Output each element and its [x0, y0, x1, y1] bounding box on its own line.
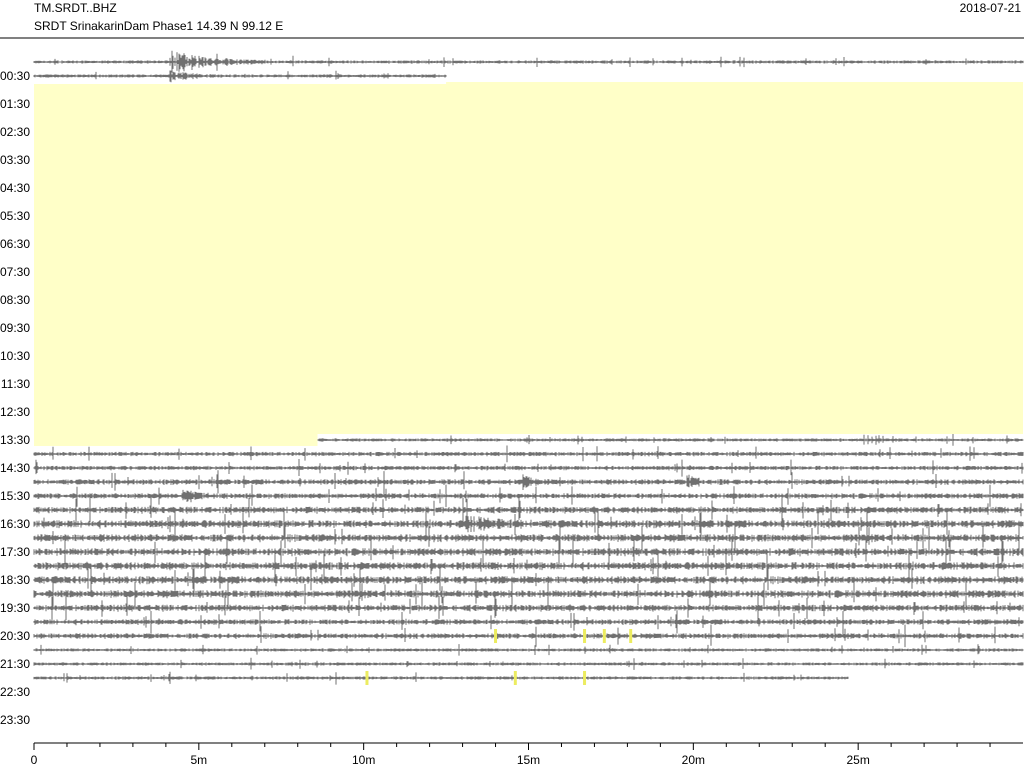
trace-row	[33, 495, 1024, 523]
y-tick-label: 05:30	[0, 209, 30, 223]
event-marker	[602, 629, 606, 643]
y-tick-label: 14:30	[0, 461, 30, 475]
trace-row	[33, 593, 1024, 621]
data-gap-region	[34, 82, 1023, 446]
event-marker	[583, 629, 587, 643]
y-tick-label: 19:30	[0, 601, 30, 615]
event-marker	[513, 671, 517, 685]
x-tick-label: 5m	[190, 753, 207, 767]
event-marker	[365, 671, 369, 685]
trace-row	[317, 434, 1024, 446]
trace-row	[33, 445, 1024, 463]
x-tick-label: 10m	[352, 753, 375, 767]
trace-row	[33, 484, 1024, 508]
y-tick-label: 00:30	[0, 69, 30, 83]
y-tick-label: 23:30	[0, 713, 30, 727]
y-tick-label: 07:30	[0, 265, 30, 279]
y-tick-label: 02:30	[0, 125, 30, 139]
x-tick-label: 0	[31, 753, 38, 767]
x-tick-label: 25m	[846, 753, 869, 767]
helicorder-plot: TM.SRDT..BHZ SRDT SrinakarinDam Phase1 1…	[0, 0, 1024, 768]
event-marker	[583, 671, 587, 685]
trace-row	[33, 70, 447, 83]
trace-row	[33, 624, 1024, 648]
y-tick-label: 09:30	[0, 321, 30, 335]
y-tick-label: 08:30	[0, 293, 30, 307]
y-tick-label: 16:30	[0, 517, 30, 531]
x-tick-label: 15m	[517, 753, 540, 767]
event-marker	[494, 629, 498, 643]
trace-row	[33, 644, 1024, 656]
y-tick-label: 12:30	[0, 405, 30, 419]
y-tick-label: 01:30	[0, 97, 30, 111]
seismogram-chart: 0 5m 10m 15m 20m 25m 00:30 01:30 02:30 03:30 04:30…	[0, 37, 1024, 767]
trace-row	[33, 470, 1024, 495]
event-marker	[629, 629, 633, 643]
y-tick-label: 15:30	[0, 489, 30, 503]
trace-row	[33, 671, 849, 685]
trace-row	[33, 610, 1024, 635]
y-tick-label: 11:30	[1, 377, 30, 391]
y-tick-label: 10:30	[0, 349, 30, 363]
trace-row	[33, 459, 1024, 477]
y-tick-label: 22:30	[0, 685, 30, 699]
trace-row	[33, 657, 1024, 670]
y-tick-label: 04:30	[0, 181, 30, 195]
y-tick-label: 17:30	[0, 545, 30, 559]
y-tick-label: 13:30	[0, 433, 30, 447]
y-tick-label: 21:30	[0, 657, 30, 671]
trace-row	[33, 50, 1024, 73]
y-tick-label: 18:30	[0, 573, 30, 587]
y-tick-label: 20:30	[0, 629, 30, 643]
y-tick-label: 06:30	[0, 237, 30, 251]
gap-shading	[34, 82, 1023, 446]
x-tick-label: 20m	[682, 753, 705, 767]
y-tick-label: 03:30	[0, 153, 30, 167]
